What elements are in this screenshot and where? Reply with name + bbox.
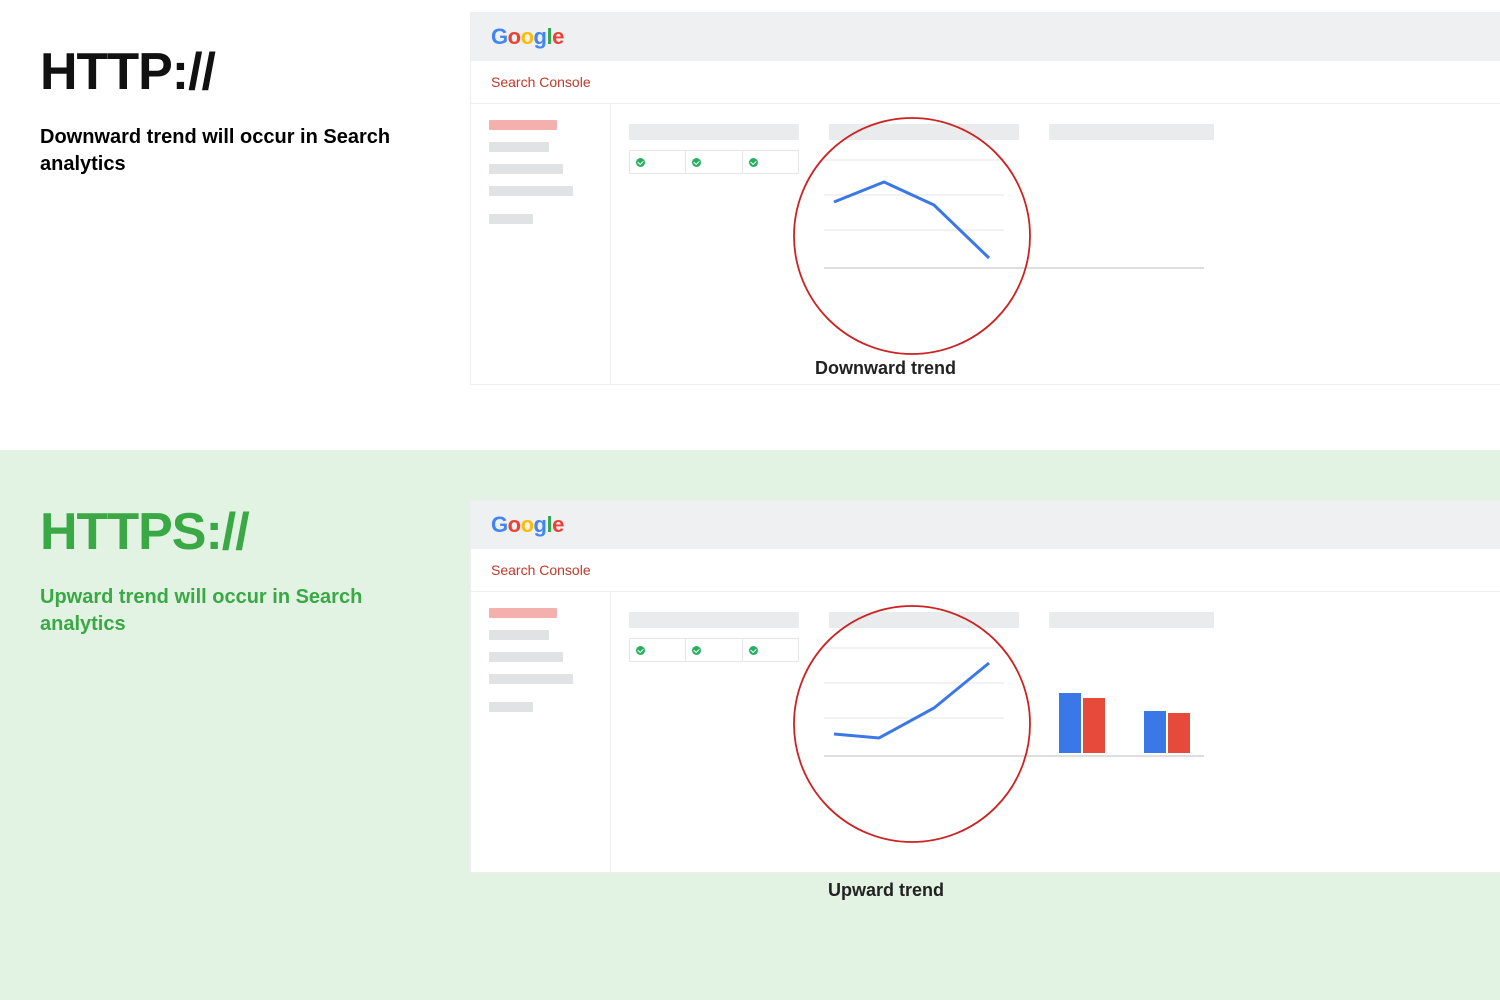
sidebar-item-active <box>489 120 557 130</box>
line-chart-up <box>829 638 1019 778</box>
google-logo: Google <box>491 512 564 538</box>
console-main <box>611 592 1500 872</box>
check-icon <box>636 158 645 167</box>
status-tab <box>743 639 798 661</box>
status-tab <box>686 151 742 173</box>
search-console-mock-bottom: Google Search Console <box>470 500 1500 873</box>
http-protocol-heading: HTTP:// <box>40 45 400 100</box>
https-protocol-heading: HTTPS:// <box>40 505 400 560</box>
chart-caption-up: Upward trend <box>828 880 944 901</box>
card-header-placeholder <box>629 124 799 140</box>
status-tab <box>743 151 798 173</box>
sidebar-item <box>489 214 533 224</box>
console-product-label: Search Console <box>471 549 1500 592</box>
sidebar-item-active <box>489 608 557 618</box>
console-main <box>611 104 1500 384</box>
status-tabs <box>629 150 799 174</box>
line-chart-down <box>829 150 1019 290</box>
status-tabs <box>629 638 799 662</box>
chart-caption-down: Downward trend <box>815 358 956 379</box>
https-panel: HTTPS:// Upward trend will occur in Sear… <box>0 450 1500 1000</box>
metric-card-right <box>1049 124 1214 384</box>
console-sidebar <box>471 592 611 872</box>
console-topbar: Google <box>471 13 1500 61</box>
search-console-mock-top: Google Search Console <box>470 12 1500 385</box>
bar-chart-card <box>1049 612 1214 872</box>
http-subtitle: Downward trend will occur in Search anal… <box>40 124 400 178</box>
check-icon <box>692 158 701 167</box>
metric-card-left <box>629 612 799 872</box>
https-subtitle: Upward trend will occur in Search analyt… <box>40 584 400 638</box>
http-panel: HTTP:// Downward trend will occur in Sea… <box>0 0 1500 450</box>
sidebar-item <box>489 630 549 640</box>
console-sidebar <box>471 104 611 384</box>
card-header-placeholder <box>1049 124 1214 140</box>
console-topbar: Google <box>471 501 1500 549</box>
check-icon <box>636 646 645 655</box>
sidebar-item <box>489 164 563 174</box>
metric-card-left <box>629 124 799 384</box>
card-header-placeholder <box>629 612 799 628</box>
status-tab <box>630 151 686 173</box>
check-icon <box>692 646 701 655</box>
sidebar-item <box>489 702 533 712</box>
trend-chart-card <box>829 612 1019 872</box>
http-left-block: HTTP:// Downward trend will occur in Sea… <box>40 45 400 178</box>
console-body <box>471 104 1500 384</box>
sidebar-item <box>489 652 563 662</box>
status-tab <box>630 639 686 661</box>
console-product-label: Search Console <box>471 61 1500 104</box>
status-tab <box>686 639 742 661</box>
https-left-block: HTTPS:// Upward trend will occur in Sear… <box>40 505 400 638</box>
check-icon <box>749 158 758 167</box>
console-body <box>471 592 1500 872</box>
bar-chart <box>1049 638 1214 778</box>
trend-chart-card <box>829 124 1019 384</box>
card-header-placeholder <box>1049 612 1214 628</box>
sidebar-item <box>489 674 573 684</box>
sidebar-item <box>489 186 573 196</box>
sidebar-item <box>489 142 549 152</box>
check-icon <box>749 646 758 655</box>
google-logo: Google <box>491 24 564 50</box>
